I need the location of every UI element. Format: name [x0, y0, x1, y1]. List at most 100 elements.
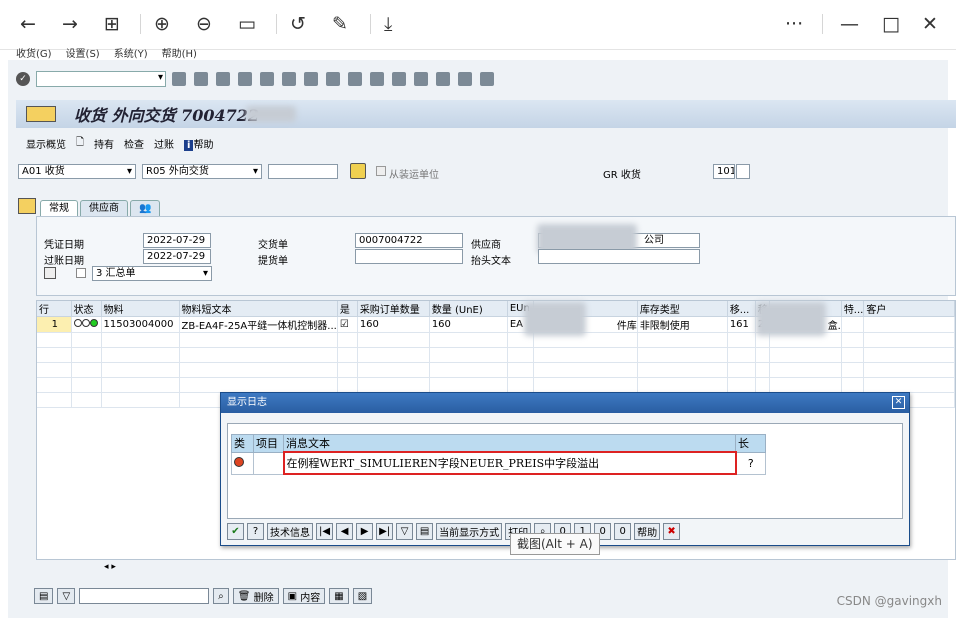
find-icon[interactable]: ⌕	[213, 588, 229, 604]
row-line[interactable]: 1	[37, 316, 72, 333]
close-icon[interactable]: ✕	[892, 396, 905, 409]
menu-item-receipt[interactable]: 收货(G)	[16, 45, 52, 60]
bill-of-lading-field[interactable]	[355, 249, 463, 264]
tab-vendor[interactable]: 供应商	[80, 200, 128, 216]
current-display-button[interactable]: 当前显示方式	[436, 522, 503, 540]
reference-select[interactable]: R05 外向交货	[142, 164, 262, 179]
show-overview-button[interactable]: 显示概览	[26, 136, 66, 151]
enter-icon[interactable]: ✓	[16, 72, 30, 86]
col-header[interactable]: 物料短文本	[179, 301, 338, 317]
from-unit-checkbox[interactable]	[376, 166, 386, 176]
post-button[interactable]: 过账	[154, 136, 174, 151]
tab-general[interactable]: 常规	[40, 200, 78, 216]
rotate-icon[interactable]: ↺	[290, 10, 306, 38]
confirm-icon[interactable]: ✔	[227, 522, 244, 540]
document-icon[interactable]: 🗋	[76, 135, 84, 152]
grid-view-icon[interactable]: ⊞	[104, 10, 120, 38]
find-icon[interactable]	[282, 72, 296, 86]
next-icon[interactable]: ▶	[356, 522, 374, 540]
col-header[interactable]: 移...	[727, 301, 756, 317]
first-page-icon[interactable]	[326, 72, 340, 86]
help-button[interactable]: 帮助	[634, 522, 661, 540]
doc-date-field[interactable]: 2022-07-29	[143, 233, 211, 248]
tab-partner[interactable]: 👥	[130, 200, 161, 216]
new-session-icon[interactable]	[414, 72, 428, 86]
more-options-icon[interactable]: ···	[785, 10, 803, 38]
header-text-field[interactable]	[538, 249, 700, 264]
action-select[interactable]: A01 收货	[18, 164, 136, 179]
row-material[interactable]: 11503004000	[101, 316, 180, 333]
menu-item-system[interactable]: 系统(Y)	[114, 45, 148, 60]
menu-item-help[interactable]: 帮助(H)	[162, 45, 197, 60]
delete-button[interactable]: 🗑 删除	[232, 588, 279, 604]
execute-icon[interactable]	[350, 163, 366, 179]
last-page-icon[interactable]	[392, 72, 406, 86]
layout-icon[interactable]: ▦	[329, 588, 349, 604]
row-mvt[interactable]: 161	[727, 316, 756, 333]
help-icon[interactable]	[458, 72, 472, 86]
col-header[interactable]: 行	[37, 301, 72, 317]
zoom-in-icon[interactable]: ⊕	[154, 10, 170, 38]
horizontal-scroll-arrows[interactable]: ◂ ▸	[104, 562, 116, 572]
reference-input[interactable]	[268, 164, 338, 179]
col-item-header[interactable]: 项目	[253, 434, 284, 453]
row-special[interactable]	[841, 316, 865, 333]
header-toggle-icon[interactable]	[18, 198, 36, 214]
message-text[interactable]: 在例程WERT_SIMULIEREN字段NEUER_PREIS中字段溢出	[282, 451, 737, 475]
col-long-header[interactable]: 长	[735, 434, 766, 453]
col-header[interactable]: 采购订单数量	[357, 301, 430, 317]
post-date-field[interactable]: 2022-07-29	[143, 249, 211, 264]
col-message-header[interactable]: 消息文本	[283, 434, 736, 453]
back-nav-icon[interactable]	[172, 72, 186, 86]
shortcut-icon[interactable]	[436, 72, 450, 86]
close-window-icon[interactable]: ✕	[922, 10, 938, 38]
prev-icon[interactable]: ◀	[336, 522, 354, 540]
cancel-icon[interactable]: ✖	[663, 522, 681, 540]
layout-icon[interactable]	[480, 72, 494, 86]
exit-icon[interactable]	[216, 72, 230, 86]
help-icon[interactable]: ?	[247, 522, 264, 540]
print-icon[interactable]	[44, 267, 56, 279]
row-po-qty[interactable]: 160	[357, 316, 430, 333]
save-icon[interactable]	[194, 72, 208, 86]
delivery-field[interactable]: 0007004722	[355, 233, 463, 248]
content-button[interactable]: ▣ 内容	[282, 588, 326, 604]
message-row[interactable]: 在例程WERT_SIMULIEREN字段NEUER_PREIS中字段溢出 ?	[231, 451, 766, 475]
success-count[interactable]: 0	[614, 522, 632, 540]
check-button[interactable]: 检查	[124, 136, 144, 151]
col-header[interactable]: 特...	[841, 301, 865, 317]
hold-button[interactable]: 持有	[94, 136, 114, 151]
back-icon[interactable]: ←	[20, 10, 36, 38]
help-button[interactable]: i 帮助	[184, 136, 213, 151]
tech-info-button[interactable]: 技术信息	[267, 522, 313, 540]
find-next-icon[interactable]	[304, 72, 318, 86]
print-icon[interactable]	[260, 72, 274, 86]
movement-type-extra[interactable]	[736, 164, 750, 179]
movement-type-field[interactable]: 101	[713, 164, 735, 179]
next-page-icon[interactable]	[370, 72, 384, 86]
last-icon[interactable]: ▶|	[376, 522, 394, 540]
minimize-icon[interactable]: —	[840, 10, 859, 38]
zoom-out-icon[interactable]: ⊖	[196, 10, 212, 38]
col-header[interactable]: 库存类型	[637, 301, 728, 317]
download-icon[interactable]: ⤓	[384, 10, 392, 38]
command-field[interactable]	[36, 71, 166, 87]
fit-window-icon[interactable]: ▭	[238, 10, 256, 38]
copy-icon[interactable]: ▧	[352, 588, 373, 604]
filter-icon[interactable]: ▽	[396, 522, 414, 540]
col-header[interactable]: 是	[337, 301, 358, 317]
col-header[interactable]: 数量 (UnE)	[429, 301, 508, 317]
long-text-icon[interactable]: ?	[735, 451, 766, 475]
slip-type-select[interactable]: 3 汇总单	[92, 266, 212, 281]
menu-item-settings[interactable]: 设置(S)	[66, 45, 100, 60]
layout-icon[interactable]: ▤	[416, 522, 434, 540]
row-customer[interactable]	[863, 316, 955, 333]
row-short-text[interactable]: ZB-EA4F-25A平缝一体机控制器...	[179, 316, 338, 333]
select-all-icon[interactable]: ▤	[34, 588, 54, 604]
print-checkbox[interactable]	[76, 268, 86, 278]
col-header[interactable]: 客户	[863, 301, 955, 317]
find-field[interactable]	[79, 588, 210, 604]
cancel-icon[interactable]	[238, 72, 252, 86]
row-ok-checkbox[interactable]: ☑	[337, 316, 358, 333]
first-icon[interactable]: |◀	[316, 522, 334, 540]
